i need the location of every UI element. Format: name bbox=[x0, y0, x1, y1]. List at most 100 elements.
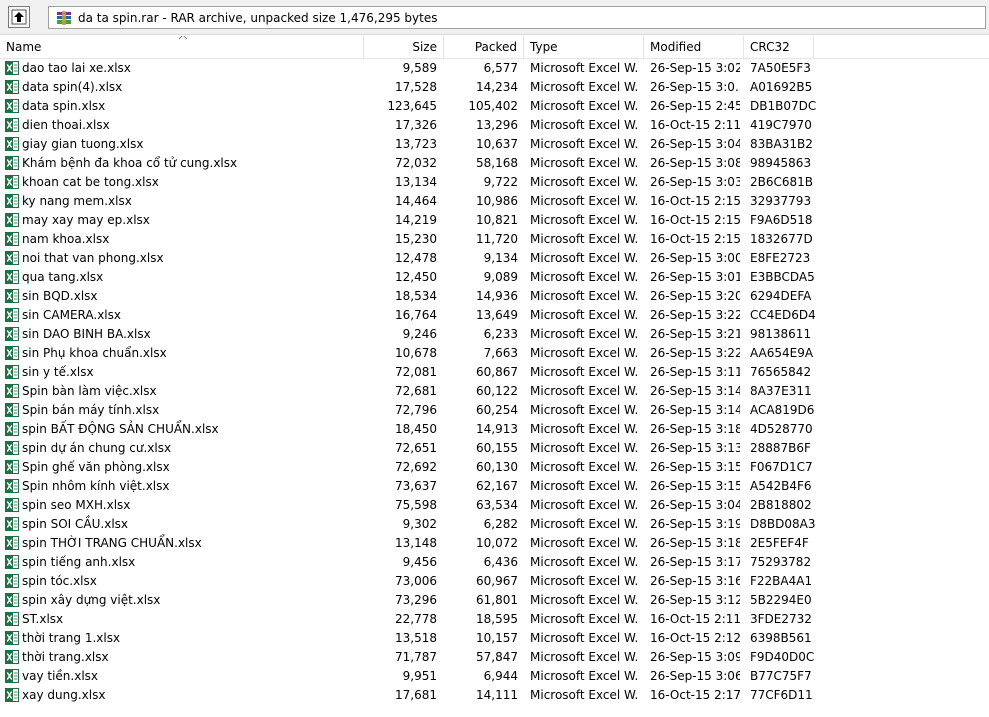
file-name: noi that van phong.xlsx bbox=[22, 251, 164, 265]
file-modified: 16-Oct-15 2:11... bbox=[650, 118, 740, 132]
file-name: Spin nhôm kính việt.xlsx bbox=[22, 479, 170, 493]
file-row[interactable]: sin BQD.xlsx 18,534 14,936 Microsoft Excel … bbox=[0, 287, 989, 306]
file-name: thời trang.xlsx bbox=[22, 650, 109, 664]
file-modified: 16-Oct-15 2:15... bbox=[650, 194, 740, 208]
file-type: Microsoft Excel W... bbox=[530, 422, 638, 436]
file-name: sin Phụ khoa chuẩn.xlsx bbox=[22, 346, 167, 360]
file-row[interactable]: spin xây dựng việt.xlsx 73,296 61,801 Micro… bbox=[0, 591, 989, 610]
file-packed-size: 7,663 bbox=[483, 346, 518, 360]
file-type: Microsoft Excel W... bbox=[530, 555, 638, 569]
file-row[interactable]: spin BẤT ĐỘNG SẢN CHUẨN.xlsx 18,450 14,913… bbox=[0, 420, 989, 439]
file-modified: 26-Sep-15 3:16... bbox=[650, 574, 740, 588]
file-size: 75,598 bbox=[395, 498, 437, 512]
excel-file-icon bbox=[5, 270, 19, 284]
file-type: Microsoft Excel W... bbox=[530, 536, 638, 550]
file-size: 9,589 bbox=[402, 61, 437, 75]
file-row[interactable]: spin seo MXH.xlsx 75,598 63,534 Microsoft E… bbox=[0, 496, 989, 515]
file-size: 18,534 bbox=[395, 289, 437, 303]
excel-file-icon bbox=[5, 536, 19, 550]
file-row[interactable]: spin THỜI TRANG CHUẨN.xlsx 13,148 10,072 Mi… bbox=[0, 534, 989, 553]
column-header-packed[interactable]: Packed bbox=[444, 36, 524, 58]
file-row[interactable]: data spin.xlsx 123,645 105,402 Microsoft Ex… bbox=[0, 97, 989, 116]
file-modified: 26-Sep-15 3:00... bbox=[650, 251, 740, 265]
file-row[interactable]: khoan cat be tong.xlsx 13,134 9,722 Microso… bbox=[0, 173, 989, 192]
file-row[interactable]: ky nang mem.xlsx 14,464 10,986 Microsoft Ex… bbox=[0, 192, 989, 211]
file-row[interactable]: spin tóc.xlsx 73,006 60,967 Microsoft Excel… bbox=[0, 572, 989, 591]
file-row[interactable]: xay dung.xlsx 17,681 14,111 Microsoft Excel… bbox=[0, 686, 989, 705]
file-packed-size: 6,282 bbox=[483, 517, 518, 531]
up-folder-button[interactable] bbox=[8, 6, 30, 28]
excel-file-icon bbox=[5, 156, 19, 170]
file-size: 9,951 bbox=[402, 669, 437, 683]
file-modified: 26-Sep-15 3:04... bbox=[650, 137, 740, 151]
file-type: Microsoft Excel W... bbox=[530, 61, 638, 75]
file-name: data spin.xlsx bbox=[22, 99, 106, 113]
file-modified: 26-Sep-15 3:14... bbox=[650, 403, 740, 417]
file-size: 14,464 bbox=[395, 194, 437, 208]
file-row[interactable]: sin DAO BINH BA.xlsx 9,246 6,233 Microsoft … bbox=[0, 325, 989, 344]
file-row[interactable]: Khám bệnh đa khoa cổ tử cung.xlsx 72,032 5… bbox=[0, 154, 989, 173]
file-row[interactable]: vay tiền.xlsx 9,951 6,944 Microsoft Excel W… bbox=[0, 667, 989, 686]
file-row[interactable]: spin SOI CẦU.xlsx 9,302 6,282 Microsoft Exc… bbox=[0, 515, 989, 534]
file-crc32: 1832677D bbox=[750, 232, 813, 246]
file-row[interactable]: Spin bán máy tính.xlsx 72,796 60,254 Micros… bbox=[0, 401, 989, 420]
file-name: spin seo MXH.xlsx bbox=[22, 498, 131, 512]
file-type: Microsoft Excel W... bbox=[530, 479, 638, 493]
file-modified: 26-Sep-15 3:17... bbox=[650, 555, 740, 569]
file-modified: 26-Sep-15 3:18... bbox=[650, 422, 740, 436]
file-row[interactable]: Spin bàn làm việc.xlsx 72,681 60,122 Micros… bbox=[0, 382, 989, 401]
file-row[interactable]: sin Phụ khoa chuẩn.xlsx 10,678 7,663 Micros… bbox=[0, 344, 989, 363]
file-row[interactable]: thời trang 1.xlsx 13,518 10,157 Microsoft E… bbox=[0, 629, 989, 648]
file-packed-size: 14,234 bbox=[476, 80, 518, 94]
file-name: spin BẤT ĐỘNG SẢN CHUẨN.xlsx bbox=[22, 422, 219, 436]
file-row[interactable]: dien thoai.xlsx 17,326 13,296 Microsoft Exc… bbox=[0, 116, 989, 135]
file-type: Microsoft Excel W... bbox=[530, 251, 638, 265]
file-name: Spin ghế văn phòng.xlsx bbox=[22, 460, 170, 474]
file-crc32: A542B4F6 bbox=[750, 479, 812, 493]
file-row[interactable]: sin CAMERA.xlsx 16,764 13,649 Microsoft Exc… bbox=[0, 306, 989, 325]
column-header-name[interactable]: Name bbox=[0, 36, 364, 58]
file-row[interactable]: nam khoa.xlsx 15,230 11,720 Microsoft Excel… bbox=[0, 230, 989, 249]
file-name: Spin bàn làm việc.xlsx bbox=[22, 384, 157, 398]
file-row[interactable]: may xay may ep.xlsx 14,219 10,821 Microsoft… bbox=[0, 211, 989, 230]
file-type: Microsoft Excel W... bbox=[530, 650, 638, 664]
file-row[interactable]: spin tiếng anh.xlsx 9,456 6,436 Microsoft E… bbox=[0, 553, 989, 572]
file-row[interactable]: noi that van phong.xlsx 12,478 9,134 Micros… bbox=[0, 249, 989, 268]
column-header-size[interactable]: Size bbox=[364, 36, 444, 58]
file-crc32: 75293782 bbox=[750, 555, 812, 569]
file-packed-size: 57,847 bbox=[476, 650, 518, 664]
up-folder-icon bbox=[11, 9, 27, 25]
file-packed-size: 9,089 bbox=[483, 270, 518, 284]
file-name: vay tiền.xlsx bbox=[22, 669, 99, 683]
file-row[interactable]: spin dự án chung cư.xlsx 72,651 60,155 Micr… bbox=[0, 439, 989, 458]
file-size: 16,764 bbox=[395, 308, 437, 322]
file-size: 72,692 bbox=[395, 460, 437, 474]
file-size: 9,302 bbox=[402, 517, 437, 531]
column-header-type[interactable]: Type bbox=[524, 36, 644, 58]
column-header-modified[interactable]: Modified bbox=[644, 36, 744, 58]
file-row[interactable]: giay gian tuong.xlsx 13,723 10,637 Microsof… bbox=[0, 135, 989, 154]
file-name: ky nang mem.xlsx bbox=[22, 194, 132, 208]
file-row[interactable]: Spin ghế văn phòng.xlsx 72,692 60,130 Micro… bbox=[0, 458, 989, 477]
excel-file-icon bbox=[5, 194, 19, 208]
file-row[interactable]: data spin(4).xlsx 17,528 14,234 Microsoft E… bbox=[0, 78, 989, 97]
file-row[interactable]: qua tang.xlsx 12,450 9,089 Microsoft Excel … bbox=[0, 268, 989, 287]
column-header-crc[interactable]: CRC32 bbox=[744, 36, 814, 58]
file-size: 71,787 bbox=[395, 650, 437, 664]
file-row[interactable]: sin y tế.xlsx 72,081 60,867 Microsoft Excel… bbox=[0, 363, 989, 382]
file-packed-size: 14,936 bbox=[476, 289, 518, 303]
file-list: dao tao lai xe.xlsx 9,589 6,577 Microsoft E… bbox=[0, 59, 989, 717]
file-row[interactable]: dao tao lai xe.xlsx 9,589 6,577 Microsoft E… bbox=[0, 59, 989, 78]
archive-path-text: da ta spin.rar - RAR archive, unpacked s… bbox=[78, 11, 438, 25]
file-row[interactable]: thời trang.xlsx 71,787 57,847 Microsoft Exc… bbox=[0, 648, 989, 667]
file-modified: 26-Sep-15 3:13... bbox=[650, 441, 740, 455]
file-row[interactable]: ST.xlsx 22,778 18,595 Microsoft Excel W... 1… bbox=[0, 610, 989, 629]
archive-path-box[interactable]: da ta spin.rar - RAR archive, unpacked s… bbox=[48, 6, 986, 29]
file-crc32: F9A6D518 bbox=[750, 213, 813, 227]
file-crc32: DB1B07DC bbox=[750, 99, 817, 113]
file-type: Microsoft Excel W... bbox=[530, 631, 638, 645]
file-name: xay dung.xlsx bbox=[22, 688, 106, 702]
file-name: spin SOI CẦU.xlsx bbox=[22, 517, 129, 531]
file-row[interactable]: Spin nhôm kính việt.xlsx 73,637 62,167 Micr… bbox=[0, 477, 989, 496]
file-crc32: E8FE2723 bbox=[750, 251, 811, 265]
